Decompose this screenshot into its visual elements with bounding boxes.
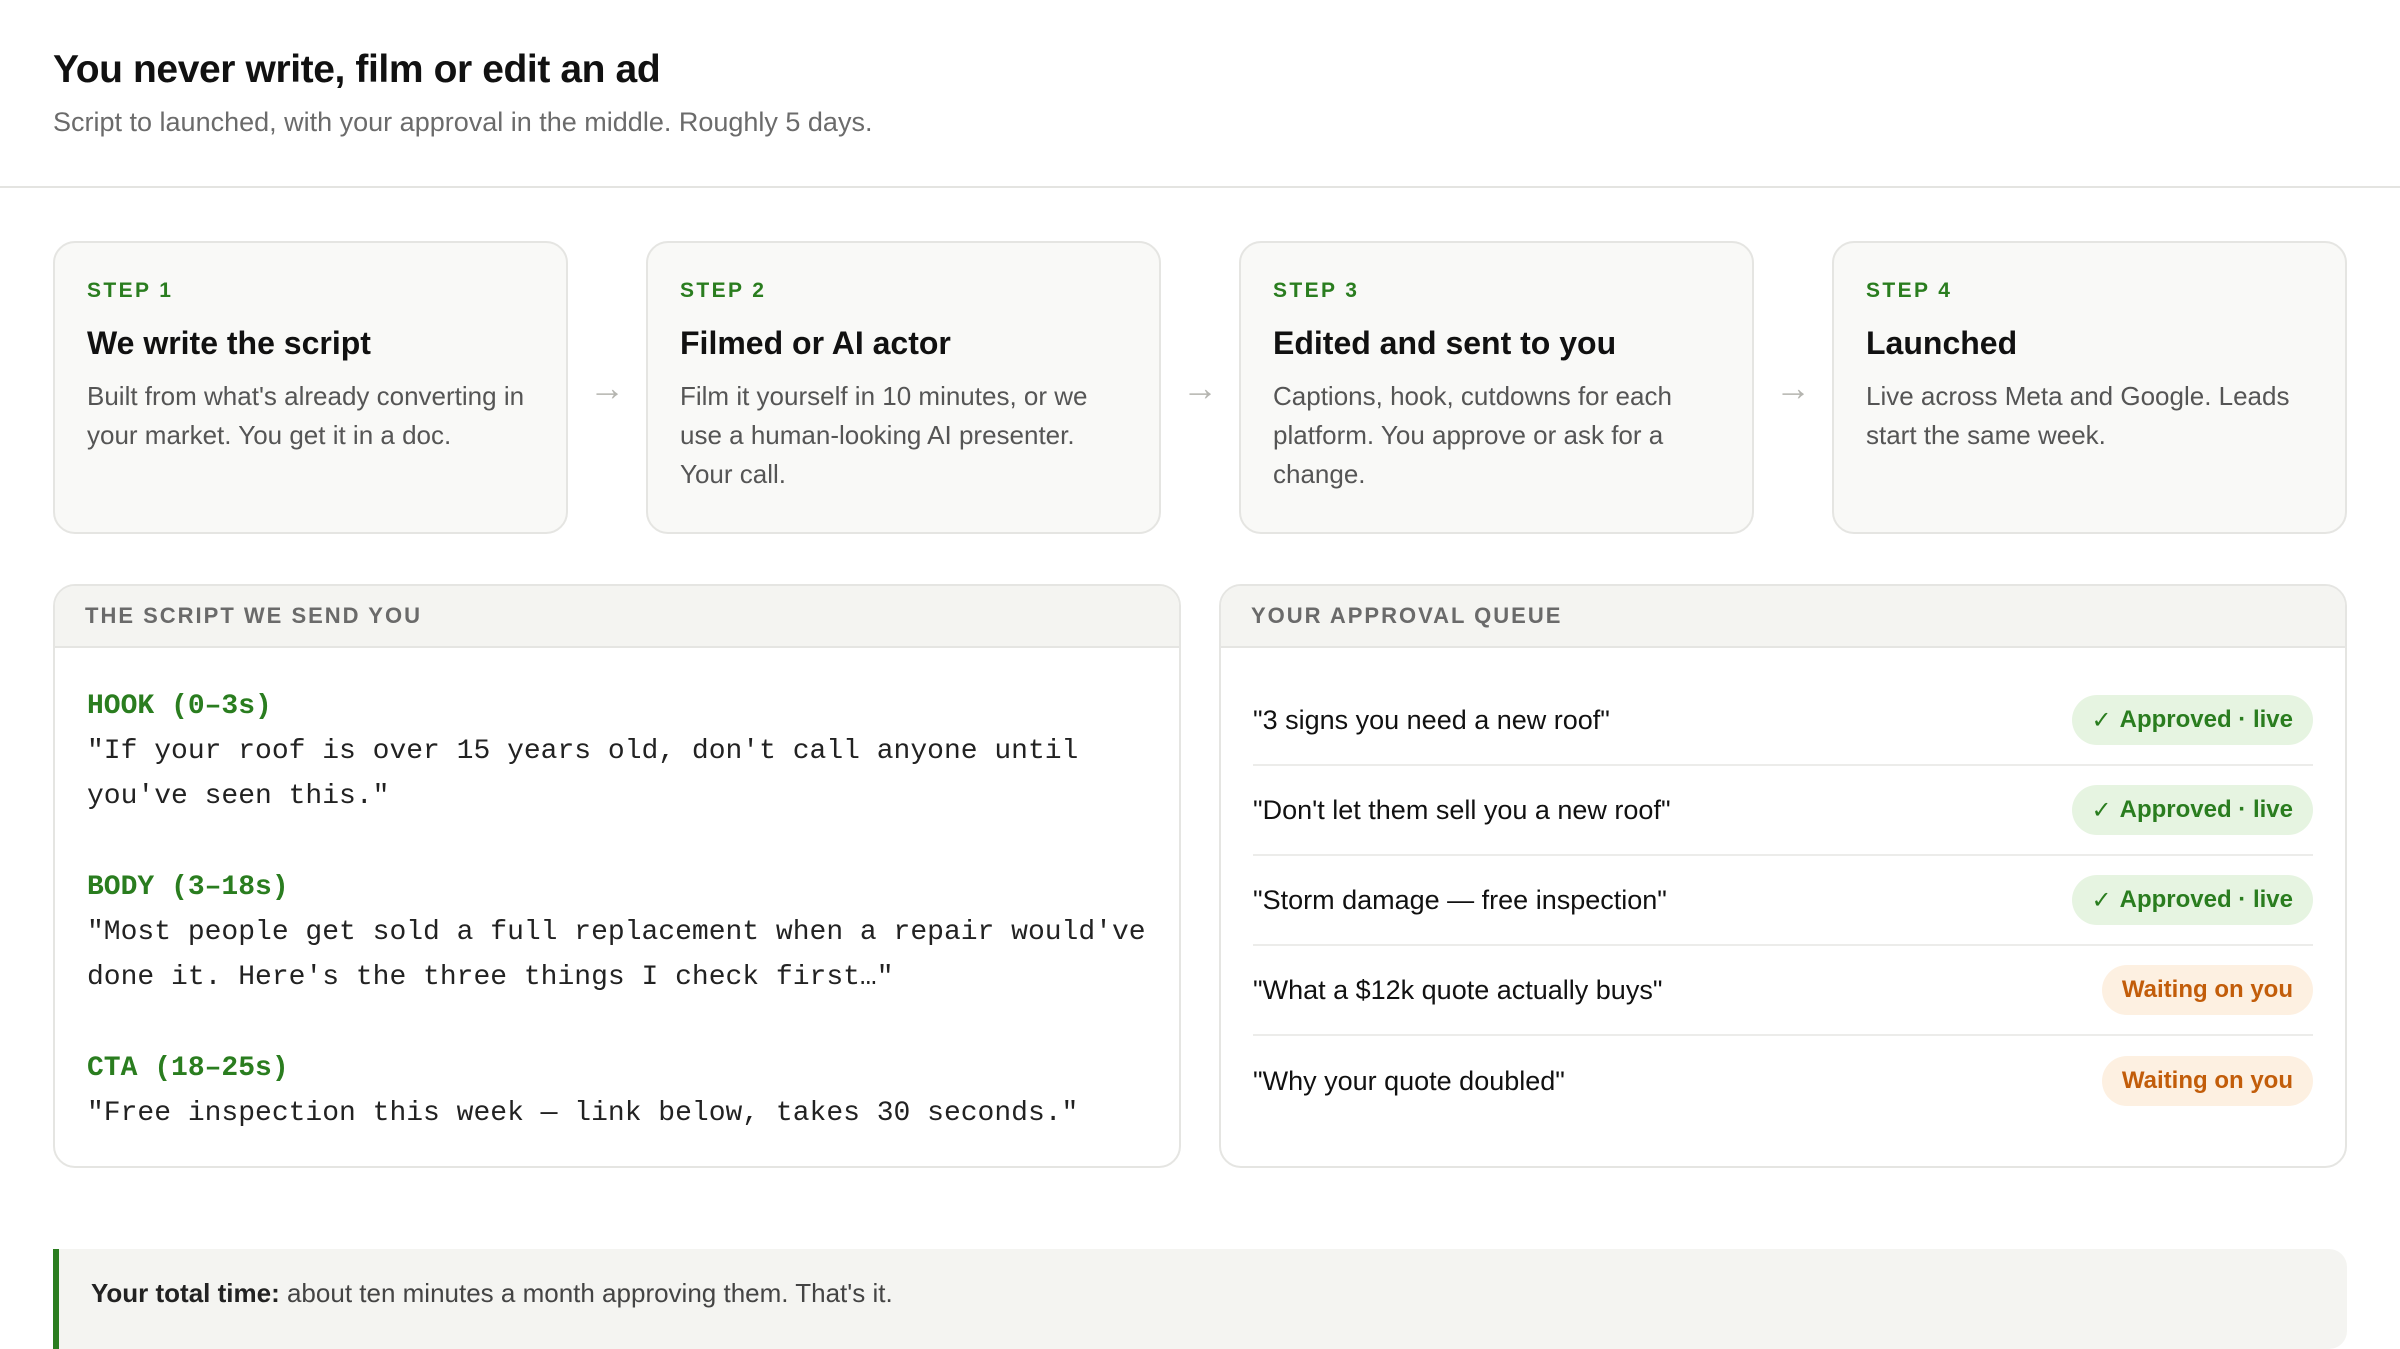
queue-item[interactable]: "What a $12k quote actually buys" Waitin…: [1253, 946, 2313, 1036]
status-badge-approved: ✓ Approved · live: [2071, 875, 2313, 925]
step-title: We write the script: [87, 325, 371, 361]
status-badge-approved: ✓ Approved · live: [2071, 695, 2313, 745]
script-section-cta: CTA (18–25s) "Free inspection this week …: [87, 1046, 1147, 1136]
queue-item[interactable]: "Don't let them sell you a new roof" ✓ A…: [1253, 766, 2313, 856]
step-card-4: STEP 4 Launched Live across Meta and Goo…: [1832, 241, 2347, 534]
page-subtitle: Script to launched, with your approval i…: [53, 107, 873, 137]
approval-queue-panel: YOUR APPROVAL QUEUE "3 signs you need a …: [1219, 584, 2347, 1168]
step-card-1: STEP 1 We write the script Built from wh…: [53, 241, 568, 534]
check-icon: ✓: [2091, 886, 2112, 914]
step-title: Launched: [1866, 325, 2018, 361]
script-panel-heading: THE SCRIPT WE SEND YOU: [55, 586, 1179, 648]
script-section-text: "Free inspection this week — link below,…: [87, 1098, 1079, 1129]
status-badge-waiting: Waiting on you: [2101, 965, 2313, 1015]
status-badge-approved: ✓ Approved · live: [2071, 785, 2313, 835]
step-label: STEP 1: [87, 279, 174, 302]
script-section-label: HOOK (0–3s): [87, 691, 272, 722]
queue-item-title: "3 signs you need a new roof": [1253, 704, 1610, 735]
queue-item[interactable]: "Storm damage — free inspection" ✓ Appro…: [1253, 856, 2313, 946]
step-text: Built from what's already converting in …: [87, 381, 525, 450]
arrow-right-icon: →: [1775, 366, 1811, 408]
step-label: STEP 3: [1273, 279, 1360, 302]
step-text: Live across Meta and Google. Leads start…: [1866, 381, 2290, 450]
step-label: STEP 4: [1866, 279, 1953, 302]
step-text: Film it yourself in 10 minutes, or we us…: [680, 381, 1088, 489]
script-section-label: CTA (18–25s): [87, 1053, 289, 1084]
approval-queue-heading: YOUR APPROVAL QUEUE: [1221, 586, 2345, 648]
queue-item[interactable]: "Why your quote doubled" Waiting on you: [1253, 1036, 2313, 1126]
step-card-3: STEP 3 Edited and sent to you Captions, …: [1239, 241, 1754, 534]
check-icon: ✓: [2091, 706, 2112, 734]
script-section-label: BODY (3–18s): [87, 872, 289, 903]
script-section-text: "If your roof is over 15 years old, don'…: [87, 736, 1079, 812]
step-card-2: STEP 2 Filmed or AI actor Film it yourse…: [646, 241, 1161, 534]
step-text: Captions, hook, cutdowns for each platfo…: [1273, 381, 1672, 489]
status-badge-waiting: Waiting on you: [2101, 1056, 2313, 1106]
check-icon: ✓: [2091, 796, 2112, 824]
page-title: You never write, film or edit an ad: [53, 48, 661, 91]
status-badge-label: Approved · live: [2119, 886, 2293, 913]
page-header: You never write, film or edit an ad Scri…: [0, 0, 2400, 188]
script-section-body: BODY (3–18s) "Most people get sold a ful…: [87, 865, 1147, 1000]
status-badge-label: Approved · live: [2119, 706, 2293, 733]
total-time-label: Your total time:: [91, 1278, 280, 1308]
queue-item-title: "What a $12k quote actually buys": [1253, 974, 1663, 1005]
total-time-callout: Your total time: about ten minutes a mon…: [53, 1249, 2347, 1349]
step-label: STEP 2: [680, 279, 767, 302]
script-body: HOOK (0–3s) "If your roof is over 15 yea…: [55, 648, 1179, 1136]
script-section-hook: HOOK (0–3s) "If your roof is over 15 yea…: [87, 684, 1147, 819]
approval-queue-list: "3 signs you need a new roof" ✓ Approved…: [1221, 648, 2345, 1126]
queue-item-title: "Don't let them sell you a new roof": [1253, 794, 1671, 825]
step-title: Edited and sent to you: [1273, 325, 1617, 361]
step-title: Filmed or AI actor: [680, 325, 951, 361]
total-time-text: about ten minutes a month approving them…: [279, 1278, 893, 1308]
queue-item-title: "Why your quote doubled": [1253, 1065, 1565, 1096]
steps-row: STEP 1 We write the script Built from wh…: [53, 241, 2347, 534]
script-panel: THE SCRIPT WE SEND YOU HOOK (0–3s) "If y…: [53, 584, 1181, 1168]
arrow-right-icon: →: [1182, 366, 1218, 408]
status-badge-label: Approved · live: [2119, 796, 2293, 823]
arrow-right-icon: →: [589, 366, 625, 408]
queue-item[interactable]: "3 signs you need a new roof" ✓ Approved…: [1253, 676, 2313, 766]
queue-item-title: "Storm damage — free inspection": [1253, 884, 1667, 915]
script-section-text: "Most people get sold a full replacement…: [87, 917, 1146, 993]
